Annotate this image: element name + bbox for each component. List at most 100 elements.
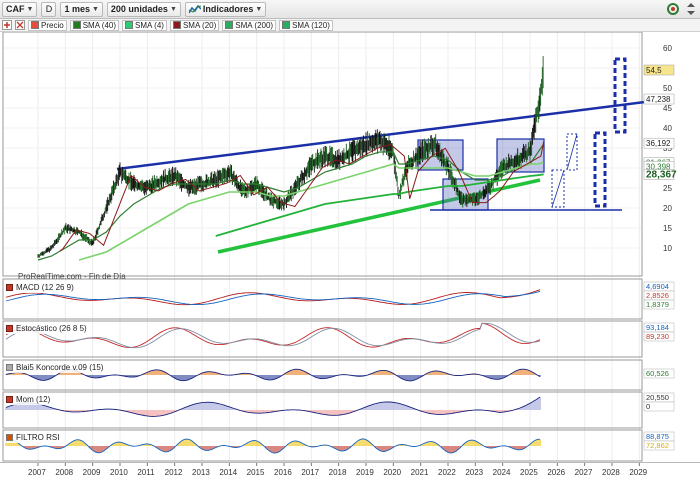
svg-text:93,184: 93,184 bbox=[646, 323, 669, 332]
indicator-icon bbox=[6, 433, 13, 441]
price-tick-label: 50 bbox=[663, 84, 672, 93]
indicator-icon bbox=[6, 324, 13, 332]
year-tick-label: 2018 bbox=[329, 468, 347, 477]
chart-type-button[interactable]: D bbox=[41, 1, 57, 17]
legend-label: SMA (200) bbox=[235, 20, 274, 30]
year-tick-label: 2012 bbox=[165, 468, 183, 477]
chevron-down-icon: ▼ bbox=[169, 5, 177, 13]
chevron-down-icon: ▼ bbox=[26, 5, 34, 13]
svg-text:89,230: 89,230 bbox=[646, 332, 669, 341]
svg-text:28,367: 28,367 bbox=[646, 170, 677, 181]
svg-text:0: 0 bbox=[646, 402, 650, 411]
series-line-sma-120- bbox=[215, 173, 544, 237]
panel-value-tag: 2,8526 bbox=[643, 290, 675, 301]
price-tick-label: 15 bbox=[663, 224, 672, 233]
year-tick-label: 2010 bbox=[110, 468, 128, 477]
year-tick-label: 2023 bbox=[465, 468, 483, 477]
scroll-arrows-icon[interactable] bbox=[686, 3, 696, 15]
price-chart[interactable]: 6055504540353025201510 54,547,23836,1923… bbox=[0, 32, 700, 462]
stoch-label-text: Estocástico (26 8 5) bbox=[16, 323, 87, 333]
svg-text:60,526: 60,526 bbox=[646, 369, 669, 378]
svg-text:54,5: 54,5 bbox=[646, 66, 662, 75]
year-tick-label: 2019 bbox=[356, 468, 374, 477]
indicator-icon bbox=[6, 283, 13, 291]
svg-text:36,192: 36,192 bbox=[646, 139, 671, 148]
year-tick-label: 2011 bbox=[137, 468, 155, 477]
units-selector[interactable]: 200 unidades ▼ bbox=[106, 1, 181, 17]
svg-text:1,8379: 1,8379 bbox=[646, 300, 669, 309]
price-tick-label: 20 bbox=[663, 204, 672, 213]
year-tick-label: 2015 bbox=[247, 468, 265, 477]
panel-value-tag: 93,184 bbox=[643, 322, 675, 333]
price-label-tag: 54,5 bbox=[643, 64, 675, 76]
year-tick-label: 2027 bbox=[575, 468, 593, 477]
period-selector[interactable]: 1 mes ▼ bbox=[60, 1, 103, 17]
add-indicator-icon[interactable] bbox=[2, 20, 12, 30]
panel-value-tag: 89,230 bbox=[643, 331, 675, 342]
svg-text:4,6904: 4,6904 bbox=[646, 282, 669, 291]
year-tick-label: 2007 bbox=[28, 468, 46, 477]
refresh-icon[interactable] bbox=[666, 2, 680, 16]
year-tick-label: 2028 bbox=[602, 468, 620, 477]
symbol-selector[interactable]: CAF ▼ bbox=[2, 1, 38, 17]
legend-item-sma120[interactable]: SMA (120) bbox=[279, 19, 333, 31]
indicators-label: Indicadores bbox=[202, 4, 254, 14]
panel-value-tag: 1,8379 bbox=[643, 299, 675, 310]
year-tick-label: 2026 bbox=[547, 468, 565, 477]
legend-swatch bbox=[225, 21, 234, 29]
data-source-watermark: ProRealTime.com - Fin de Día bbox=[18, 272, 126, 281]
indicators-button[interactable]: Indicadores ▼ bbox=[184, 1, 267, 17]
panel-value-tag: 0 bbox=[643, 401, 675, 412]
macd-label-text: MACD (12 26 9) bbox=[16, 282, 74, 292]
mom-panel-label[interactable]: Mom (12) bbox=[4, 393, 53, 405]
legend-label: SMA (20) bbox=[182, 20, 217, 30]
resistance-trendline bbox=[116, 100, 646, 171]
svg-text:72,862: 72,862 bbox=[646, 441, 669, 450]
rsi-label-text: FILTRO RSI bbox=[16, 432, 60, 442]
oscillator-line bbox=[5, 396, 541, 417]
legend-item-sma200[interactable]: SMA (200) bbox=[222, 19, 277, 31]
projection-box-large-1 bbox=[593, 131, 607, 208]
svg-text:20,550: 20,550 bbox=[646, 393, 669, 402]
indicator-icon bbox=[6, 395, 13, 403]
year-tick-label: 2008 bbox=[55, 468, 73, 477]
legend-label: Precio bbox=[41, 20, 64, 30]
rsi-panel-label[interactable]: FILTRO RSI bbox=[4, 431, 62, 443]
year-tick-label: 2014 bbox=[219, 468, 237, 477]
year-tick-label: 2013 bbox=[192, 468, 210, 477]
chevron-down-icon: ▼ bbox=[255, 5, 263, 13]
time-axis-ticks: 2007 2008 2009 2010 2011 2012 2013 2014 2015 2016… bbox=[28, 463, 648, 477]
legend-swatch bbox=[172, 21, 181, 29]
panel-value-tag: 88,875 bbox=[643, 431, 675, 442]
price-label-tag: 36,192 bbox=[643, 137, 675, 149]
legend-item-sma20[interactable]: SMA (20) bbox=[169, 19, 220, 31]
momentum-panel bbox=[5, 396, 541, 417]
macd-panel-label[interactable]: MACD (12 26 9) bbox=[4, 281, 76, 293]
panel-value-tag: 72,862 bbox=[643, 440, 675, 451]
blai-panel-label[interactable]: Blai5 Koncorde v.09 (15) bbox=[4, 361, 106, 373]
remove-indicator-icon[interactable] bbox=[15, 20, 25, 30]
stoch-panel-label[interactable]: Estocástico (26 8 5) bbox=[4, 322, 89, 334]
legend-swatch bbox=[282, 21, 291, 29]
year-tick-label: 2021 bbox=[411, 468, 429, 477]
year-tick-label: 2024 bbox=[493, 468, 511, 477]
price-label-tag: 28,367 bbox=[643, 169, 677, 181]
year-tick-label: 2009 bbox=[83, 468, 101, 477]
legend-label: SMA (120) bbox=[292, 20, 330, 30]
panel-borders bbox=[2, 32, 643, 462]
chart-grid bbox=[3, 32, 642, 461]
legend-item-sma40[interactable]: SMA (40) bbox=[69, 19, 120, 31]
price-axis-labels: 54,547,23836,19231,36730,39828,367 bbox=[643, 64, 677, 181]
time-axis[interactable]: 2007 2008 2009 2010 2011 2012 2013 2014 2015 2016… bbox=[0, 462, 700, 477]
indicators-icon bbox=[188, 4, 201, 14]
legend-item-price[interactable]: Precio bbox=[28, 19, 67, 31]
chevron-down-icon: ▼ bbox=[91, 5, 99, 13]
price-tick-label: 25 bbox=[663, 184, 672, 193]
legend-label: SMA (40) bbox=[82, 20, 117, 30]
svg-text:2,8526: 2,8526 bbox=[646, 291, 669, 300]
toolbar-right bbox=[666, 2, 696, 16]
panel-value-tag: 20,550 bbox=[643, 392, 675, 403]
year-tick-label: 2017 bbox=[301, 468, 319, 477]
legend-item-sma4[interactable]: SMA (4) bbox=[122, 19, 167, 31]
price-label-tag: 47,238 bbox=[643, 93, 675, 105]
